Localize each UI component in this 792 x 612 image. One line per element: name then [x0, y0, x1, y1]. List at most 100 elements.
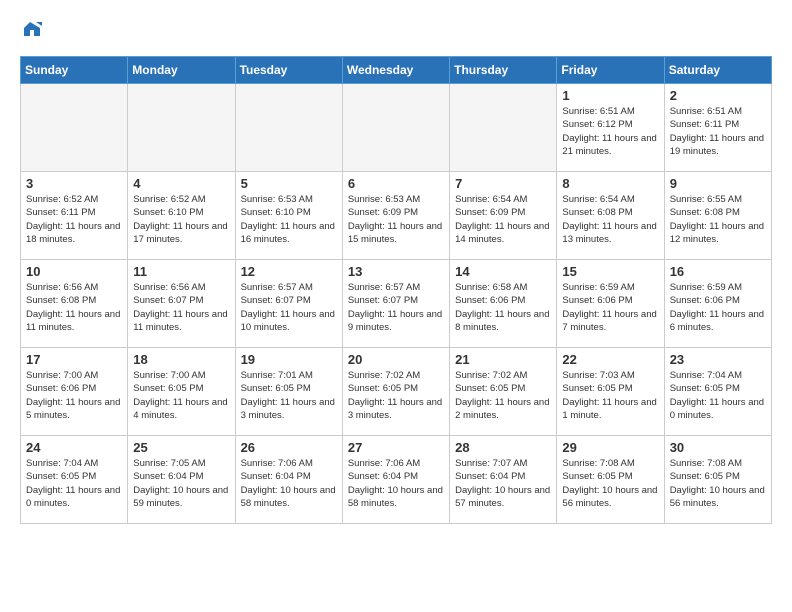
page-header: [20, 20, 772, 40]
day-number: 11: [133, 264, 229, 279]
col-header-monday: Monday: [128, 57, 235, 84]
calendar-cell: 23 Sunrise: 7:04 AMSunset: 6:05 PMDayligh…: [664, 348, 771, 436]
day-number: 15: [562, 264, 658, 279]
calendar-cell: 6 Sunrise: 6:53 AMSunset: 6:09 PMDaylight…: [342, 172, 449, 260]
calendar-cell: [128, 84, 235, 172]
day-number: 3: [26, 176, 122, 191]
calendar-table: SundayMondayTuesdayWednesdayThursdayFrid…: [20, 56, 772, 524]
calendar-cell: 19 Sunrise: 7:01 AMSunset: 6:05 PMDayligh…: [235, 348, 342, 436]
cell-info: Sunrise: 6:56 AMSunset: 6:07 PMDaylight:…: [133, 281, 229, 334]
calendar-cell: 1 Sunrise: 6:51 AMSunset: 6:12 PMDaylight…: [557, 84, 664, 172]
day-number: 10: [26, 264, 122, 279]
cell-info: Sunrise: 6:59 AMSunset: 6:06 PMDaylight:…: [670, 281, 766, 334]
cell-info: Sunrise: 7:06 AMSunset: 6:04 PMDaylight:…: [241, 457, 337, 510]
calendar-cell: 7 Sunrise: 6:54 AMSunset: 6:09 PMDaylight…: [450, 172, 557, 260]
day-number: 21: [455, 352, 551, 367]
cell-info: Sunrise: 7:01 AMSunset: 6:05 PMDaylight:…: [241, 369, 337, 422]
cell-info: Sunrise: 6:51 AMSunset: 6:12 PMDaylight:…: [562, 105, 658, 158]
calendar-cell: 20 Sunrise: 7:02 AMSunset: 6:05 PMDayligh…: [342, 348, 449, 436]
col-header-wednesday: Wednesday: [342, 57, 449, 84]
cell-info: Sunrise: 6:54 AMSunset: 6:08 PMDaylight:…: [562, 193, 658, 246]
cell-info: Sunrise: 7:00 AMSunset: 6:05 PMDaylight:…: [133, 369, 229, 422]
cell-info: Sunrise: 6:53 AMSunset: 6:09 PMDaylight:…: [348, 193, 444, 246]
cell-info: Sunrise: 7:08 AMSunset: 6:05 PMDaylight:…: [562, 457, 658, 510]
calendar-cell: 30 Sunrise: 7:08 AMSunset: 6:05 PMDayligh…: [664, 436, 771, 524]
calendar-cell: 22 Sunrise: 7:03 AMSunset: 6:05 PMDayligh…: [557, 348, 664, 436]
day-number: 27: [348, 440, 444, 455]
cell-info: Sunrise: 7:07 AMSunset: 6:04 PMDaylight:…: [455, 457, 551, 510]
calendar-cell: 10Sunrise: 6:56 AMSunset: 6:08 PMDayligh…: [21, 260, 128, 348]
cell-info: Sunrise: 7:08 AMSunset: 6:05 PMDaylight:…: [670, 457, 766, 510]
cell-info: Sunrise: 7:03 AMSunset: 6:05 PMDaylight:…: [562, 369, 658, 422]
cell-info: Sunrise: 6:59 AMSunset: 6:06 PMDaylight:…: [562, 281, 658, 334]
day-number: 25: [133, 440, 229, 455]
day-number: 30: [670, 440, 766, 455]
col-header-saturday: Saturday: [664, 57, 771, 84]
calendar-week-2: 3 Sunrise: 6:52 AMSunset: 6:11 PMDaylight…: [21, 172, 772, 260]
cell-info: Sunrise: 7:02 AMSunset: 6:05 PMDaylight:…: [455, 369, 551, 422]
calendar-cell: 11 Sunrise: 6:56 AMSunset: 6:07 PMDayligh…: [128, 260, 235, 348]
cell-info: Sunrise: 6:58 AMSunset: 6:06 PMDaylight:…: [455, 281, 551, 334]
day-number: 29: [562, 440, 658, 455]
cell-info: Sunrise: 7:05 AMSunset: 6:04 PMDaylight:…: [133, 457, 229, 510]
calendar-week-4: 17 Sunrise: 7:00 AMSunset: 6:06 PMDayligh…: [21, 348, 772, 436]
day-number: 8: [562, 176, 658, 191]
calendar-cell: 17 Sunrise: 7:00 AMSunset: 6:06 PMDayligh…: [21, 348, 128, 436]
day-number: 22: [562, 352, 658, 367]
cell-info: Sunrise: 6:52 AMSunset: 6:10 PMDaylight:…: [133, 193, 229, 246]
day-number: 24: [26, 440, 122, 455]
logo: [20, 20, 42, 40]
calendar-cell: 27 Sunrise: 7:06 AMSunset: 6:04 PMDayligh…: [342, 436, 449, 524]
calendar-cell: 12 Sunrise: 6:57 AMSunset: 6:07 PMDayligh…: [235, 260, 342, 348]
calendar-cell: 15 Sunrise: 6:59 AMSunset: 6:06 PMDayligh…: [557, 260, 664, 348]
day-number: 19: [241, 352, 337, 367]
day-number: 6: [348, 176, 444, 191]
day-number: 14: [455, 264, 551, 279]
calendar-week-5: 24 Sunrise: 7:04 AMSunset: 6:05 PMDayligh…: [21, 436, 772, 524]
col-header-tuesday: Tuesday: [235, 57, 342, 84]
day-number: 23: [670, 352, 766, 367]
cell-info: Sunrise: 6:57 AMSunset: 6:07 PMDaylight:…: [348, 281, 444, 334]
calendar-cell: 21 Sunrise: 7:02 AMSunset: 6:05 PMDayligh…: [450, 348, 557, 436]
calendar-cell: 4Sunrise: 6:52 AMSunset: 6:10 PMDaylight…: [128, 172, 235, 260]
calendar-cell: [21, 84, 128, 172]
calendar-week-3: 10Sunrise: 6:56 AMSunset: 6:08 PMDayligh…: [21, 260, 772, 348]
cell-info: Sunrise: 6:52 AMSunset: 6:11 PMDaylight:…: [26, 193, 122, 246]
cell-info: Sunrise: 6:55 AMSunset: 6:08 PMDaylight:…: [670, 193, 766, 246]
calendar-cell: 13 Sunrise: 6:57 AMSunset: 6:07 PMDayligh…: [342, 260, 449, 348]
calendar-cell: [342, 84, 449, 172]
col-header-sunday: Sunday: [21, 57, 128, 84]
cell-info: Sunrise: 6:54 AMSunset: 6:09 PMDaylight:…: [455, 193, 551, 246]
logo-icon: [22, 20, 42, 40]
cell-info: Sunrise: 6:51 AMSunset: 6:11 PMDaylight:…: [670, 105, 766, 158]
cell-info: Sunrise: 7:06 AMSunset: 6:04 PMDaylight:…: [348, 457, 444, 510]
day-number: 13: [348, 264, 444, 279]
col-header-thursday: Thursday: [450, 57, 557, 84]
calendar-cell: 14 Sunrise: 6:58 AMSunset: 6:06 PMDayligh…: [450, 260, 557, 348]
calendar-cell: 8 Sunrise: 6:54 AMSunset: 6:08 PMDaylight…: [557, 172, 664, 260]
calendar-cell: 2Sunrise: 6:51 AMSunset: 6:11 PMDaylight…: [664, 84, 771, 172]
day-number: 12: [241, 264, 337, 279]
day-number: 1: [562, 88, 658, 103]
day-number: 20: [348, 352, 444, 367]
calendar-cell: 9Sunrise: 6:55 AMSunset: 6:08 PMDaylight…: [664, 172, 771, 260]
calendar-cell: 25 Sunrise: 7:05 AMSunset: 6:04 PMDayligh…: [128, 436, 235, 524]
calendar-cell: 18 Sunrise: 7:00 AMSunset: 6:05 PMDayligh…: [128, 348, 235, 436]
day-number: 16: [670, 264, 766, 279]
cell-info: Sunrise: 6:57 AMSunset: 6:07 PMDaylight:…: [241, 281, 337, 334]
calendar-cell: 5Sunrise: 6:53 AMSunset: 6:10 PMDaylight…: [235, 172, 342, 260]
day-number: 5: [241, 176, 337, 191]
cell-info: Sunrise: 7:02 AMSunset: 6:05 PMDaylight:…: [348, 369, 444, 422]
calendar-cell: 16 Sunrise: 6:59 AMSunset: 6:06 PMDayligh…: [664, 260, 771, 348]
day-number: 18: [133, 352, 229, 367]
col-header-friday: Friday: [557, 57, 664, 84]
cell-info: Sunrise: 7:04 AMSunset: 6:05 PMDaylight:…: [670, 369, 766, 422]
day-number: 17: [26, 352, 122, 367]
cell-info: Sunrise: 7:04 AMSunset: 6:05 PMDaylight:…: [26, 457, 122, 510]
calendar-cell: 3 Sunrise: 6:52 AMSunset: 6:11 PMDaylight…: [21, 172, 128, 260]
calendar-week-1: 1 Sunrise: 6:51 AMSunset: 6:12 PMDaylight…: [21, 84, 772, 172]
calendar-cell: 26Sunrise: 7:06 AMSunset: 6:04 PMDayligh…: [235, 436, 342, 524]
cell-info: Sunrise: 7:00 AMSunset: 6:06 PMDaylight:…: [26, 369, 122, 422]
calendar-cell: 28Sunrise: 7:07 AMSunset: 6:04 PMDayligh…: [450, 436, 557, 524]
day-number: 7: [455, 176, 551, 191]
